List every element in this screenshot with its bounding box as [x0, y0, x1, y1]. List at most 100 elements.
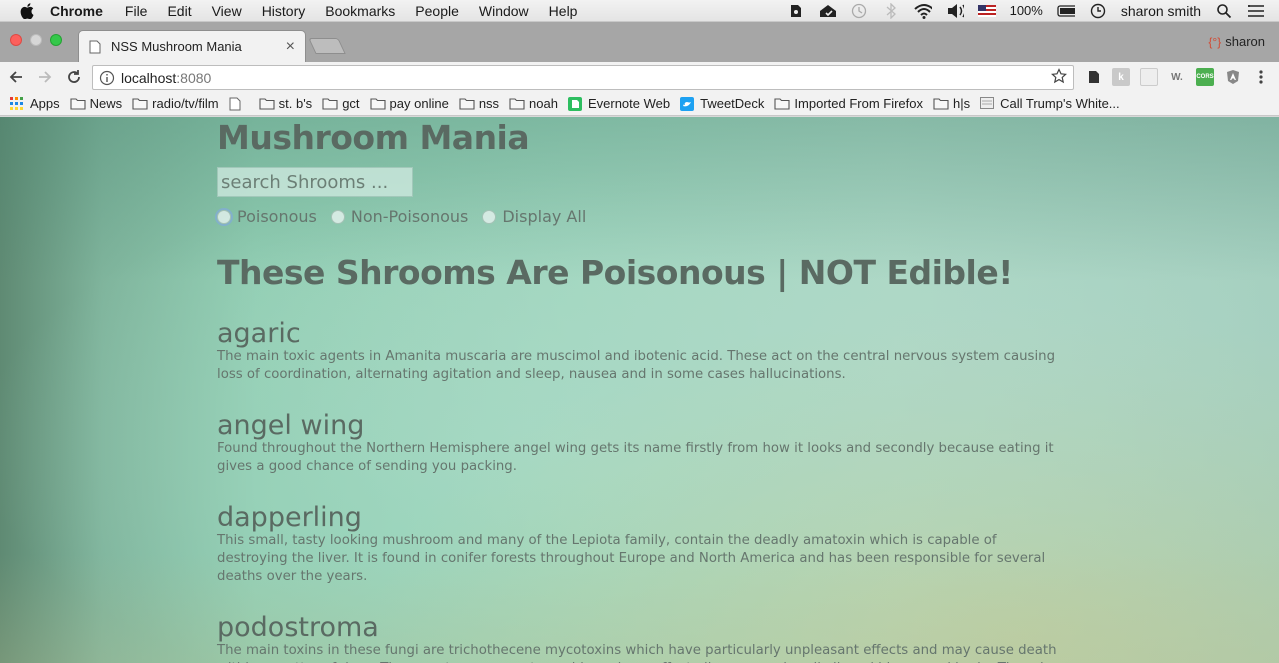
info-icon[interactable]: [99, 70, 115, 86]
mac-menubar: Chrome File Edit View History Bookmarks …: [0, 0, 1279, 22]
bookmark-apps[interactable]: Apps: [10, 96, 60, 111]
page-icon: [89, 40, 101, 54]
bookmark-page[interactable]: [229, 97, 249, 111]
apple-icon[interactable]: [18, 2, 36, 20]
time-machine-icon[interactable]: [850, 3, 868, 19]
mushroom-app: Mushroom Mania Poisonous Non-Poisonous D…: [217, 117, 1062, 663]
menu-edit[interactable]: Edit: [167, 3, 191, 19]
tab-close-icon[interactable]: ×: [286, 38, 295, 56]
wifi-icon[interactable]: [913, 3, 932, 19]
profile-button[interactable]: {°} sharon: [1208, 34, 1265, 49]
filter-radios: Poisonous Non-Poisonous Display All: [217, 207, 1062, 226]
menu-view[interactable]: View: [212, 3, 242, 19]
bookmark-evernote-web[interactable]: Evernote Web: [567, 96, 671, 111]
filter-poisonous[interactable]: Poisonous: [217, 207, 317, 226]
search-input[interactable]: [217, 167, 413, 197]
bookmark-radio-tv-film[interactable]: radio/tv/film: [132, 96, 219, 111]
forward-button[interactable]: [32, 64, 58, 90]
folder-icon: [933, 97, 949, 110]
folder-icon: [322, 97, 338, 110]
shroom-item: podostroma The main toxins in these fung…: [217, 614, 1062, 663]
blank-extension-icon[interactable]: [1140, 68, 1158, 86]
radio-display-all[interactable]: [482, 209, 497, 224]
bookmark-label: Call Trump's White...: [1000, 96, 1120, 111]
folder-icon: [132, 97, 148, 110]
bookmark-imported-from-firefox[interactable]: Imported From Firefox: [774, 96, 923, 111]
tab-strip: NSS Mushroom Mania × {°} sharon: [0, 22, 1279, 62]
url-host: localhost: [121, 69, 177, 86]
menu-history[interactable]: History: [262, 3, 306, 19]
menu-people[interactable]: People: [415, 3, 459, 19]
reload-button[interactable]: [61, 64, 87, 90]
bookmark-st-bs[interactable]: st. b's: [259, 96, 312, 111]
clock-icon[interactable]: [1089, 3, 1107, 19]
bluetooth-icon[interactable]: [882, 2, 900, 19]
bookmark-label: News: [89, 96, 123, 111]
bookmark-tweetdeck[interactable]: TweetDeck: [680, 96, 764, 111]
extension-icons: k W. CORS: [1084, 68, 1270, 86]
k-extension-icon[interactable]: k: [1112, 68, 1130, 86]
folder-icon: [459, 97, 475, 110]
new-tab-button[interactable]: [308, 38, 346, 54]
bookmark-pay-online[interactable]: pay online: [369, 96, 449, 111]
bookmark-label: Evernote Web: [587, 96, 671, 111]
url-port: :8080: [176, 69, 212, 86]
profile-name: sharon: [1225, 34, 1265, 49]
menu-help[interactable]: Help: [549, 3, 578, 19]
back-button[interactable]: [3, 64, 29, 90]
window-minimize-button[interactable]: [30, 34, 42, 46]
bookmark-star-icon[interactable]: [1051, 68, 1067, 87]
evernote-extension-icon[interactable]: [1084, 68, 1102, 86]
shroom-item: dapperling This small, tasty looking mus…: [217, 504, 1062, 586]
bookmark-label: radio/tv/film: [152, 96, 219, 111]
window-controls: [10, 34, 62, 46]
evernote-status-icon[interactable]: [786, 3, 804, 19]
bookmark-hs[interactable]: h|s: [933, 96, 970, 111]
menu-bookmarks[interactable]: Bookmarks: [325, 3, 395, 19]
us-flag-icon[interactable]: [977, 3, 996, 19]
home-cloud-icon[interactable]: [818, 3, 836, 19]
apps-grid-icon: [10, 97, 26, 110]
bookmark-call-trumps-white[interactable]: Call Trump's White...: [980, 96, 1120, 111]
w-extension-icon[interactable]: W.: [1168, 68, 1186, 86]
bookmark-label: h|s: [953, 96, 971, 111]
menu-app-name[interactable]: Chrome: [50, 3, 103, 19]
radio-poisonous[interactable]: [217, 209, 231, 224]
window-maximize-button[interactable]: [50, 34, 62, 46]
cors-extension-icon[interactable]: CORS: [1196, 68, 1214, 86]
shroom-description: The main toxins in these fungi are trich…: [217, 643, 1057, 663]
folder-icon: [259, 97, 275, 110]
bookmark-label: TweetDeck: [700, 96, 765, 111]
filter-label: Non-Poisonous: [350, 207, 469, 226]
folder-icon: [369, 97, 386, 110]
bookmark-label: gct: [342, 96, 360, 111]
shroom-description: This small, tasty looking mushroom and m…: [217, 533, 1046, 584]
angular-extension-icon[interactable]: [1224, 68, 1242, 86]
address-bar[interactable]: localhost:8080: [92, 65, 1074, 90]
evernote-icon: [567, 97, 584, 111]
spotlight-search-icon[interactable]: [1215, 3, 1233, 19]
filter-display-all[interactable]: Display All: [482, 207, 586, 226]
menu-window[interactable]: Window: [479, 3, 529, 19]
battery-icon[interactable]: [1057, 3, 1075, 19]
profile-icon: {°}: [1208, 34, 1222, 49]
bookmark-noah[interactable]: noah: [509, 96, 558, 111]
bookmark-gct[interactable]: gct: [322, 96, 360, 111]
bookmark-nss[interactable]: nss: [459, 96, 499, 111]
bookmark-news[interactable]: News: [70, 96, 123, 111]
radio-non-poisonous[interactable]: [330, 209, 345, 224]
menubar-user-name[interactable]: sharon smith: [1121, 3, 1201, 19]
notification-center-icon[interactable]: [1247, 3, 1265, 19]
shroom-item: agaric The main toxic agents in Amanita …: [217, 320, 1062, 384]
filter-non-poisonous[interactable]: Non-Poisonous: [330, 207, 469, 226]
section-heading: These Shrooms Are Poisonous | NOT Edible…: [217, 253, 1013, 292]
menu-file[interactable]: File: [125, 3, 148, 19]
tab-nss-mushroom-mania[interactable]: NSS Mushroom Mania ×: [78, 30, 306, 62]
bookmark-label: Imported From Firefox: [794, 96, 924, 111]
window-close-button[interactable]: [10, 34, 22, 46]
bookmark-label: pay online: [389, 96, 449, 111]
chrome-menu-icon[interactable]: [1252, 68, 1270, 86]
page-viewport: Mushroom Mania Poisonous Non-Poisonous D…: [0, 117, 1279, 663]
volume-icon[interactable]: [946, 3, 964, 19]
shroom-name: agaric: [217, 318, 301, 349]
